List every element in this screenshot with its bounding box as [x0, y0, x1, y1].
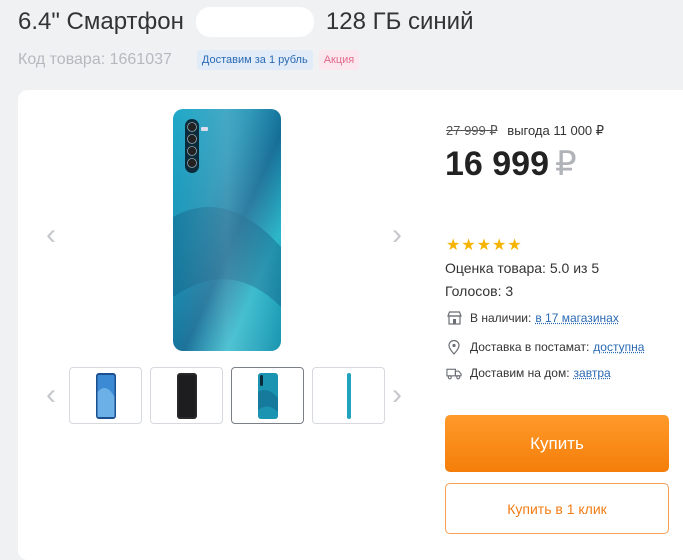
- thumbnail-front[interactable]: [69, 367, 142, 424]
- current-price: 16 999 ₽: [445, 144, 577, 184]
- title-prefix: 6.4" Смартфон: [18, 8, 184, 36]
- buy-button[interactable]: Купить: [445, 415, 669, 472]
- in-stock-row: В наличии: в 17 магазинах: [446, 310, 619, 326]
- rating-stars[interactable]: ★ ★ ★ ★ ★: [446, 238, 522, 254]
- redacted-brand: [196, 7, 314, 37]
- thumbnail-back-blue[interactable]: [231, 367, 304, 424]
- phone-side-thumb-icon: [344, 372, 354, 420]
- postamat-row: Доставка в постамат: доступна: [446, 339, 644, 355]
- postamat-link[interactable]: доступна: [593, 340, 644, 354]
- thumbnail-dark[interactable]: [150, 367, 223, 424]
- star-icon: ★: [507, 238, 521, 254]
- rating-votes: Голосов: 3: [445, 283, 513, 299]
- thumbnail-side[interactable]: [312, 367, 385, 424]
- buy-one-click-button[interactable]: Купить в 1 клик: [445, 483, 669, 534]
- in-stock-label: В наличии:: [470, 311, 531, 325]
- prev-thumb-arrow-icon[interactable]: ‹: [46, 380, 56, 410]
- location-pin-icon: [446, 339, 462, 355]
- page-title: 6.4" Смартфон 128 ГБ синий: [18, 4, 474, 40]
- star-icon: ★: [446, 238, 460, 254]
- store-icon: [446, 310, 462, 326]
- phone-front-thumb-icon: [95, 372, 117, 420]
- product-card: ‹ › ‹ › 27 999 ₽ выгода 11 000 ₽ 16 999 …: [18, 90, 683, 560]
- in-stock-link[interactable]: в 17 магазинах: [535, 311, 618, 325]
- rating-score: Оценка товара: 5.0 из 5: [445, 260, 599, 276]
- next-image-arrow-icon[interactable]: ›: [392, 220, 402, 250]
- phone-back-thumb-icon: [257, 372, 279, 420]
- home-delivery-link[interactable]: завтра: [574, 366, 611, 380]
- next-thumb-arrow-icon[interactable]: ›: [392, 380, 402, 410]
- prev-image-arrow-icon[interactable]: ‹: [46, 220, 56, 250]
- old-price-row: 27 999 ₽ выгода 11 000 ₽: [446, 123, 604, 139]
- home-delivery-label: Доставим на дом:: [470, 366, 570, 380]
- postamat-label: Доставка в постамат:: [470, 340, 589, 354]
- truck-icon: [446, 365, 462, 381]
- phone-dark-thumb-icon: [176, 372, 198, 420]
- main-product-image[interactable]: [171, 107, 283, 353]
- promo-badge[interactable]: Акция: [319, 50, 360, 70]
- star-icon: ★: [492, 238, 506, 254]
- price-currency: ₽: [555, 145, 577, 183]
- product-meta: Код товара: 1661037 Доставим за 1 рубль …: [18, 48, 365, 72]
- saving-text: выгода 11 000 ₽: [507, 123, 604, 138]
- star-icon: ★: [461, 238, 475, 254]
- price-value: 16 999: [445, 145, 549, 183]
- home-delivery-row: Доставим на дом: завтра: [446, 365, 611, 381]
- star-icon: ★: [477, 238, 491, 254]
- old-price: 27 999 ₽: [446, 123, 498, 138]
- title-suffix: 128 ГБ синий: [326, 8, 474, 36]
- product-code: Код товара: 1661037: [18, 51, 172, 69]
- delivery-badge[interactable]: Доставим за 1 рубль: [197, 50, 313, 70]
